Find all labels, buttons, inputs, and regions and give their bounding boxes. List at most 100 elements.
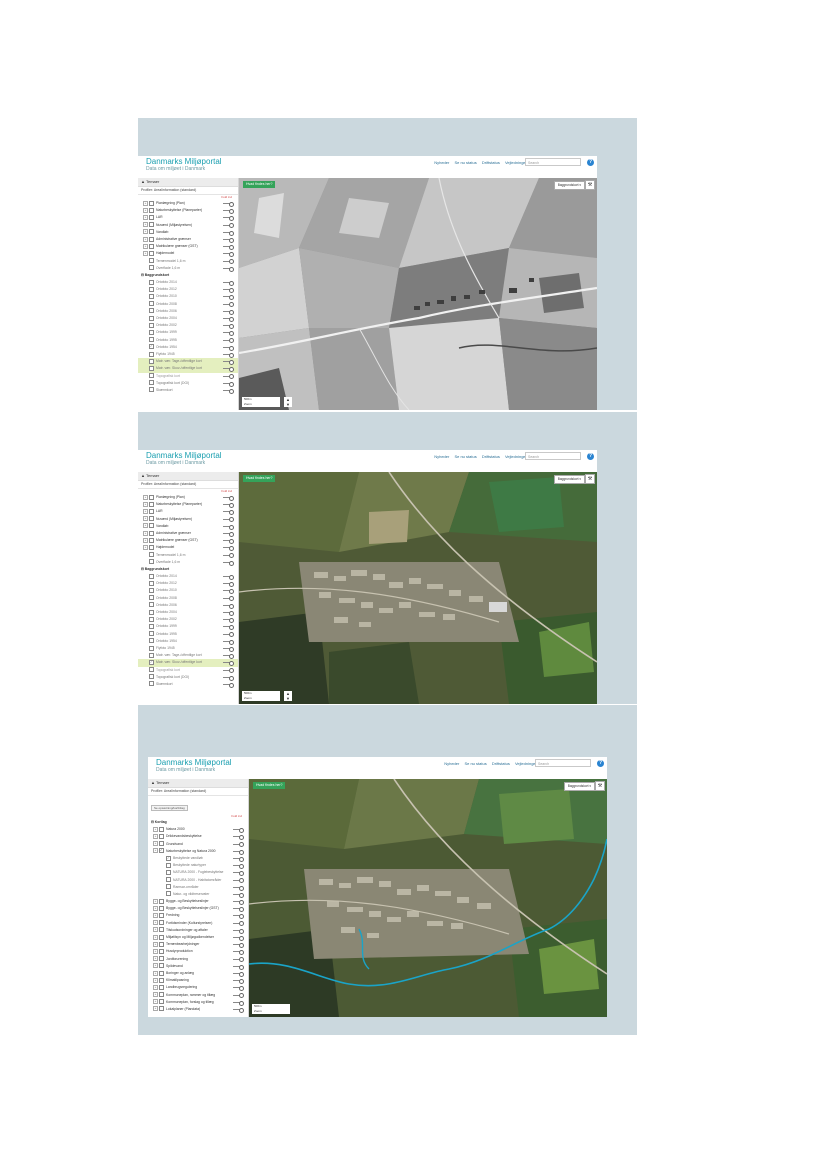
zoom-out-icon[interactable]: ▼ (284, 402, 292, 407)
zoom-control[interactable]: ▲ ▼ (284, 691, 292, 701)
aerial-photo-streams[interactable] (249, 779, 607, 1017)
opacity-slider[interactable] (233, 863, 244, 869)
layer-checkbox[interactable] (159, 948, 164, 954)
expand-icon[interactable]: + (153, 941, 158, 947)
opacity-slider[interactable] (223, 596, 234, 602)
nav-link[interactable]: Se nu status (454, 454, 476, 459)
sidebar-title[interactable]: ▲ Temaer (138, 178, 238, 187)
layer-row[interactable]: + Højdemodel (138, 544, 238, 552)
opacity-slider[interactable] (223, 201, 234, 207)
background-map-button[interactable]: Baggrundskort ▾ (563, 782, 595, 791)
opacity-slider[interactable] (223, 510, 234, 516)
layer-group-header[interactable]: ⊟ Baggrundskort (138, 566, 238, 573)
opacity-slider[interactable] (233, 921, 244, 927)
layer-row[interactable]: NATURA 2000 - Habitatområder (148, 877, 248, 884)
layer-checkbox[interactable]: ✓ (166, 855, 171, 861)
layer-row[interactable]: Overflade 1,6 m (138, 265, 238, 272)
expand-icon[interactable]: + (153, 833, 158, 839)
map-view[interactable]: Hvad findes her? Baggrundskort ▾ ⚒ 500m … (249, 779, 607, 1017)
what-is-here-button[interactable]: Hvad findes her? (243, 181, 276, 188)
layer-checkbox[interactable] (149, 380, 154, 386)
layer-checkbox[interactable] (149, 552, 154, 558)
layer-row[interactable]: + Tilskudsordninger og aftaler (148, 927, 248, 934)
layer-row[interactable]: Ortofoto 2012 (138, 580, 238, 588)
layer-checkbox[interactable] (159, 1006, 164, 1012)
opacity-slider[interactable] (223, 603, 234, 609)
nav-link[interactable]: Nyheder (444, 761, 459, 766)
layer-row[interactable]: + Husdyrproduktion (148, 948, 248, 956)
opacity-slider[interactable] (223, 359, 234, 365)
expand-icon[interactable]: + (143, 229, 148, 235)
layer-row[interactable]: + Planlægning (Plan) (138, 200, 238, 207)
opacity-slider[interactable] (223, 668, 234, 674)
expand-icon[interactable]: + (143, 214, 148, 220)
layer-row[interactable]: Ortofoto 2002 (138, 616, 238, 623)
layer-checkbox[interactable] (149, 222, 154, 228)
layer-row[interactable]: Ortofoto 2002 (138, 322, 238, 329)
opacity-slider[interactable] (233, 856, 244, 862)
expand-icon[interactable]: + (143, 494, 148, 500)
opacity-slider[interactable] (223, 338, 234, 344)
layer-row[interactable]: + Administrative grænser (138, 530, 238, 537)
expand-icon[interactable]: + (153, 963, 158, 969)
opacity-slider[interactable] (233, 842, 244, 848)
expand-icon[interactable]: + (153, 999, 158, 1005)
opacity-slider[interactable] (233, 885, 244, 891)
expand-icon[interactable]: + (153, 992, 158, 998)
opacity-slider[interactable] (223, 230, 234, 236)
search-input[interactable]: Search (525, 158, 581, 166)
layer-checkbox[interactable] (149, 265, 154, 271)
opacity-slider[interactable] (233, 835, 244, 841)
layer-row[interactable]: Terrænmodel 1,6 m (138, 258, 238, 265)
what-is-here-button[interactable]: Hvad findes her? (253, 782, 286, 789)
opacity-slider[interactable] (233, 964, 244, 970)
nav-link[interactable]: Vejledninger (505, 160, 527, 165)
what-is-here-button[interactable]: Hvad findes her? (243, 475, 276, 482)
opacity-slider[interactable] (233, 942, 244, 948)
layer-row[interactable]: + LAR (138, 214, 238, 222)
layer-checkbox[interactable] (149, 258, 154, 264)
layer-row[interactable]: Flyfoto 1945 (138, 645, 238, 652)
layer-checkbox[interactable] (149, 387, 154, 393)
layer-checkbox[interactable] (149, 250, 154, 256)
layer-checkbox[interactable] (149, 315, 154, 321)
layer-checkbox[interactable]: ✓ (159, 848, 164, 854)
map-view[interactable]: Hvad findes her? Baggrundskort ▾ ⚒ 500m … (239, 472, 597, 704)
expand-icon[interactable]: + (143, 501, 148, 507)
layer-row[interactable]: + Nuværd (Miljøstyrelsen) (138, 516, 238, 523)
layer-checkbox[interactable] (149, 652, 154, 658)
opacity-slider[interactable] (223, 302, 234, 308)
background-map-button[interactable]: Baggrundskort ▾ (553, 475, 585, 484)
layer-checkbox[interactable] (149, 308, 154, 314)
opacity-slider[interactable] (233, 986, 244, 992)
opacity-slider[interactable] (223, 331, 234, 337)
layer-row[interactable]: Skærmkort (138, 387, 238, 394)
layer-checkbox[interactable] (166, 862, 171, 868)
layer-checkbox[interactable] (149, 501, 154, 507)
layer-checkbox[interactable] (159, 934, 164, 940)
opacity-slider[interactable] (223, 323, 234, 329)
tools-icon[interactable]: ⚒ (585, 180, 595, 190)
layer-checkbox[interactable] (166, 891, 171, 897)
layer-row[interactable]: NATURA 2000 - Fuglebeskyttelse (148, 869, 248, 877)
expand-icon[interactable]: + (153, 905, 158, 911)
setup-button[interactable]: Se opsætning/kortbilag (151, 805, 188, 811)
layer-row[interactable]: + Kommuneplan, rammer og tillæg (148, 992, 248, 999)
nav-link[interactable]: Driftstatus (482, 160, 500, 165)
layer-row[interactable]: + Bygge- og Beskyttelseslinjer (GST) (148, 905, 248, 913)
opacity-slider[interactable] (223, 632, 234, 638)
nav-link[interactable]: Vejledninger (505, 454, 527, 459)
layer-row[interactable]: + Terrænbearbejdninger (148, 941, 248, 948)
layer-row[interactable]: + Naturbeskyttelse (Planeparter) (138, 207, 238, 214)
opacity-slider[interactable] (233, 892, 244, 898)
opacity-slider[interactable] (223, 538, 234, 544)
expand-icon[interactable]: + (143, 236, 148, 242)
layer-row[interactable]: Ortofoto 2004 (138, 609, 238, 616)
layer-checkbox[interactable] (149, 631, 154, 637)
layer-checkbox[interactable] (149, 544, 154, 550)
opacity-slider[interactable] (223, 223, 234, 229)
expand-icon[interactable]: + (143, 222, 148, 228)
expand-icon[interactable]: + (143, 537, 148, 543)
opacity-slider[interactable] (223, 675, 234, 681)
layer-checkbox[interactable] (149, 580, 154, 586)
